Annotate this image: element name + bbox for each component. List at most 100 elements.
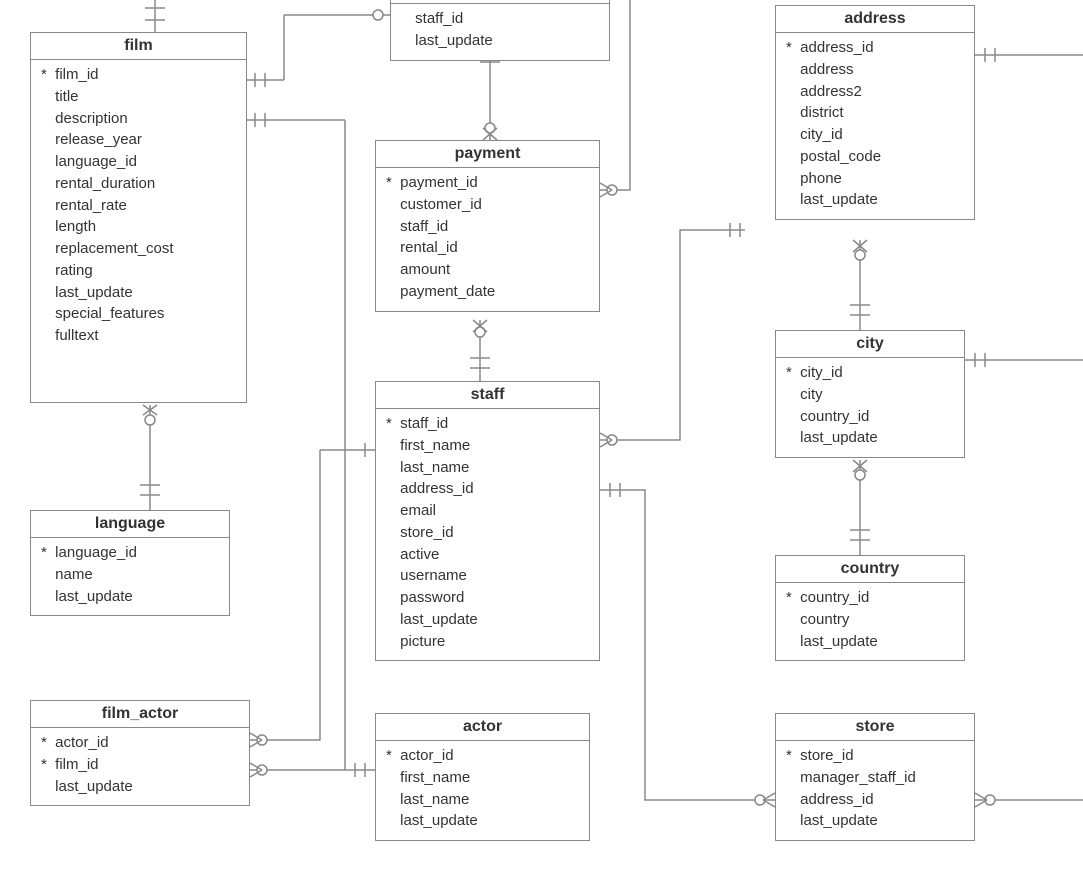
- field-name: last_update: [400, 812, 478, 829]
- entity-title-country: country: [776, 556, 964, 583]
- field-language-language_id: * language_id: [41, 542, 219, 564]
- entity-staff: staff * staff_id first_name last_name ad…: [375, 381, 600, 661]
- field-name: actor_id: [55, 734, 108, 751]
- field-film-release_year: release_year: [41, 129, 236, 151]
- field-name: country_id: [800, 408, 869, 425]
- field-name: store_id: [400, 524, 453, 541]
- field-name: address2: [800, 83, 862, 100]
- field-address-address2: address2: [786, 81, 964, 103]
- field-name: payment_date: [400, 283, 495, 300]
- entity-language: language * language_id name last_update: [30, 510, 230, 616]
- field-store-store_id: * store_id: [786, 745, 964, 767]
- field-fragment_top-staff_id: staff_id: [401, 8, 599, 30]
- field-address-address: address: [786, 59, 964, 81]
- field-name: staff_id: [415, 10, 463, 27]
- entity-title-actor: actor: [376, 714, 589, 741]
- field-film-special_features: special_features: [41, 303, 236, 325]
- pk-marker: *: [386, 745, 396, 767]
- field-name: name: [55, 566, 93, 583]
- field-film_actor-last_update: last_update: [41, 776, 239, 798]
- field-name: amount: [400, 261, 450, 278]
- field-staff-store_id: store_id: [386, 522, 589, 544]
- field-staff-picture: picture: [386, 631, 589, 653]
- field-film-rental_rate: rental_rate: [41, 195, 236, 217]
- pk-marker: *: [786, 37, 796, 59]
- field-name: city_id: [800, 364, 843, 381]
- entity-city: city * city_id city country_id last_upda…: [775, 330, 965, 458]
- entity-title-film-actor: film_actor: [31, 701, 249, 728]
- field-address-postal_code: postal_code: [786, 146, 964, 168]
- field-staff-password: password: [386, 587, 589, 609]
- field-store-manager_staff_id: manager_staff_id: [786, 767, 964, 789]
- field-staff-first_name: first_name: [386, 435, 589, 457]
- field-name: staff_id: [400, 218, 448, 235]
- field-staff-last_update: last_update: [386, 609, 589, 631]
- field-name: last_update: [55, 778, 133, 795]
- field-name: email: [400, 502, 436, 519]
- entity-title-store: store: [776, 714, 974, 741]
- field-address-address_id: * address_id: [786, 37, 964, 59]
- field-staff-username: username: [386, 565, 589, 587]
- field-country-last_update: last_update: [786, 631, 954, 653]
- field-name: last_update: [800, 633, 878, 650]
- field-city-city: city: [786, 384, 954, 406]
- field-staff-address_id: address_id: [386, 478, 589, 500]
- field-film_actor-actor_id: * actor_id: [41, 732, 239, 754]
- field-name: special_features: [55, 305, 164, 322]
- field-payment-payment_date: payment_date: [386, 281, 589, 303]
- field-film-language_id: language_id: [41, 151, 236, 173]
- field-payment-staff_id: staff_id: [386, 216, 589, 238]
- field-name: last_update: [400, 611, 478, 628]
- field-country-country_id: * country_id: [786, 587, 954, 609]
- field-film-rental_duration: rental_duration: [41, 173, 236, 195]
- field-name: rating: [55, 262, 93, 279]
- field-name: city: [800, 386, 823, 403]
- field-film-last_update: last_update: [41, 282, 236, 304]
- field-name: manager_staff_id: [800, 769, 916, 786]
- field-fragment_top-last_update: last_update: [401, 30, 599, 52]
- field-name: country_id: [800, 589, 869, 606]
- field-film-rating: rating: [41, 260, 236, 282]
- field-address-city_id: city_id: [786, 124, 964, 146]
- entity-title-address: address: [776, 6, 974, 33]
- field-name: length: [55, 218, 96, 235]
- pk-marker: *: [386, 413, 396, 435]
- field-staff-active: active: [386, 544, 589, 566]
- field-name: rental_id: [400, 239, 458, 256]
- field-actor-actor_id: * actor_id: [386, 745, 579, 767]
- field-name: city_id: [800, 126, 843, 143]
- field-name: address_id: [800, 791, 873, 808]
- field-name: film_id: [55, 66, 98, 83]
- field-payment-customer_id: customer_id: [386, 194, 589, 216]
- entity-address: address * address_id address address2 di…: [775, 5, 975, 220]
- field-name: address_id: [400, 480, 473, 497]
- field-actor-last_name: last_name: [386, 789, 579, 811]
- field-name: fulltext: [55, 327, 98, 344]
- field-film-description: description: [41, 108, 236, 130]
- pk-marker: *: [786, 587, 796, 609]
- field-address-district: district: [786, 102, 964, 124]
- entity-store: store * store_id manager_staff_id addres…: [775, 713, 975, 841]
- field-name: username: [400, 567, 467, 584]
- field-city-country_id: country_id: [786, 406, 954, 428]
- field-staff-staff_id: * staff_id: [386, 413, 589, 435]
- field-name: last_update: [55, 588, 133, 605]
- entity-title-payment: payment: [376, 141, 599, 168]
- field-name: last_name: [400, 791, 469, 808]
- field-name: last_update: [415, 32, 493, 49]
- field-language-name: name: [41, 564, 219, 586]
- field-name: staff_id: [400, 415, 448, 432]
- field-actor-first_name: first_name: [386, 767, 579, 789]
- field-name: password: [400, 589, 464, 606]
- field-name: replacement_cost: [55, 240, 173, 257]
- pk-marker: *: [41, 754, 51, 776]
- field-film_actor-film_id: * film_id: [41, 754, 239, 776]
- entity-title-city: city: [776, 331, 964, 358]
- field-name: rental_duration: [55, 175, 155, 192]
- field-film-replacement_cost: replacement_cost: [41, 238, 236, 260]
- field-payment-amount: amount: [386, 259, 589, 281]
- field-staff-last_name: last_name: [386, 457, 589, 479]
- field-name: title: [55, 88, 78, 105]
- field-film-fulltext: fulltext: [41, 325, 236, 347]
- field-film-length: length: [41, 216, 236, 238]
